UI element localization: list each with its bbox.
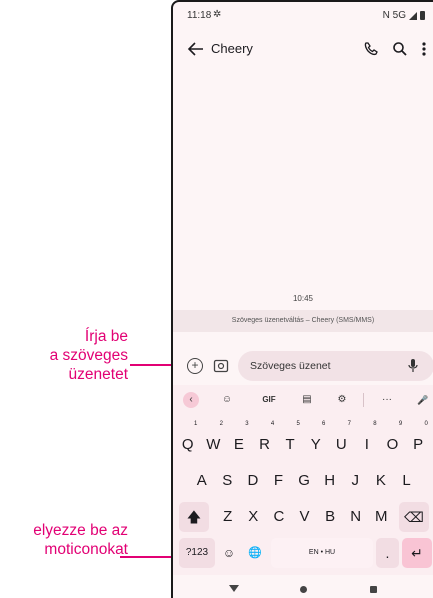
backspace-key[interactable]: ⌫ — [399, 502, 429, 532]
phone-icon[interactable] — [361, 39, 381, 59]
sticker-icon[interactable]: ☺ — [217, 389, 237, 411]
network-label: N 5G — [382, 10, 406, 21]
nav-back-icon[interactable] — [229, 585, 239, 592]
key-e[interactable]: E3 — [227, 421, 250, 460]
key-r[interactable]: R4 — [253, 421, 276, 460]
period-key[interactable]: . — [376, 538, 399, 568]
key-c[interactable]: C — [267, 502, 290, 532]
callout-type-message: Írja be a szöveges üzenetet — [50, 327, 128, 384]
key-a[interactable]: A — [190, 466, 213, 496]
key-b[interactable]: B — [318, 502, 341, 532]
signal-icon — [409, 11, 417, 20]
callout-line: a szöveges — [49, 347, 128, 364]
callout-line: üzenetet — [68, 366, 128, 383]
key-t[interactable]: T5 — [278, 421, 301, 460]
conversation-title: Cheery — [211, 41, 253, 56]
mic-icon[interactable]: 🎤 — [413, 389, 433, 411]
navigation-bar — [173, 578, 433, 598]
status-indicators: N 5G — [383, 10, 425, 21]
callout-emoji: elyezze be az moticonokat — [33, 521, 128, 559]
battery-icon — [420, 11, 425, 20]
key-w[interactable]: W2 — [202, 421, 225, 460]
status-time: 11:18 — [187, 10, 212, 21]
key-hint: 0 — [424, 421, 428, 427]
add-circle-icon[interactable]: + — [187, 358, 203, 374]
gear-icon[interactable]: ⚙ — [332, 389, 352, 411]
key-m[interactable]: M — [370, 502, 393, 532]
space-bar[interactable]: EN • HU — [271, 538, 373, 568]
key-hint: 1 — [194, 421, 198, 427]
shift-key[interactable]: 🡅 — [179, 502, 209, 532]
compose-row: + Szöveges üzenet — [173, 350, 433, 382]
gear-icon: ✲ — [213, 9, 222, 20]
key-hint: 3 — [245, 421, 249, 427]
key-hint: 5 — [296, 421, 300, 427]
clipboard-icon[interactable]: ▤ — [297, 389, 317, 411]
chevron-left-icon[interactable]: ‹ — [183, 392, 199, 408]
key-d[interactable]: D — [241, 466, 264, 496]
key-hint: 8 — [373, 421, 377, 427]
key-p[interactable]: P0 — [406, 421, 429, 460]
key-n[interactable]: N — [344, 502, 367, 532]
key-o[interactable]: O9 — [381, 421, 404, 460]
mic-icon[interactable] — [406, 357, 420, 375]
globe-icon[interactable]: 🌐 — [243, 538, 267, 568]
symbols-key[interactable]: ?123 — [179, 538, 215, 568]
key-v[interactable]: V — [293, 502, 316, 532]
key-hint: 6 — [322, 421, 326, 427]
gallery-icon[interactable] — [213, 358, 229, 374]
message-placeholder: Szöveges üzenet — [250, 360, 331, 372]
key-h[interactable]: H — [318, 466, 341, 496]
key-s[interactable]: S — [216, 466, 239, 496]
enter-key[interactable]: ↵ — [402, 538, 432, 568]
key-q[interactable]: Q1 — [176, 421, 199, 460]
callout-line: elyezze be az — [33, 522, 128, 539]
key-hint: 9 — [398, 421, 403, 427]
key-l[interactable]: L — [395, 466, 418, 496]
key-hint: 7 — [347, 421, 351, 427]
key-i[interactable]: I8 — [355, 421, 378, 460]
message-timestamp: 10:45 — [292, 294, 314, 303]
nav-home-icon[interactable] — [300, 586, 307, 593]
key-x[interactable]: X — [242, 502, 265, 532]
key-f[interactable]: F — [267, 466, 290, 496]
emoji-key[interactable]: ☺ — [218, 538, 240, 568]
conversation-type-label: Szöveges üzenetváltás – Cheery (SMS/MMS) — [173, 310, 433, 332]
more-vert-icon[interactable] — [417, 39, 431, 59]
key-z[interactable]: Z — [216, 502, 239, 532]
key-y[interactable]: Y6 — [304, 421, 327, 460]
key-u[interactable]: U7 — [330, 421, 353, 460]
keyboard-toolbar: ‹ ☺ GIF ▤ ⚙ ··· 🎤 — [173, 389, 433, 411]
keyboard: ‹ ☺ GIF ▤ ⚙ ··· 🎤 Q1W2E3R4T5Y6U7I8O9P0 AS… — [173, 385, 433, 575]
toolbar-divider — [363, 393, 364, 407]
status-bar: 11:18 ✲ N 5G — [173, 9, 433, 24]
more-horiz-icon[interactable]: ··· — [376, 389, 398, 411]
callout-line: moticonokat — [44, 541, 128, 558]
app-bar: Cheery — [173, 36, 433, 64]
search-icon[interactable] — [390, 39, 410, 59]
key-g[interactable]: G — [292, 466, 315, 496]
nav-recents-icon[interactable] — [370, 586, 377, 593]
message-input[interactable]: Szöveges üzenet — [238, 351, 433, 381]
phone-screen: 11:18 ✲ N 5G Cheery 10:45 Szöveges üzene… — [171, 0, 433, 598]
key-hint: 4 — [270, 421, 275, 427]
key-k[interactable]: K — [369, 466, 392, 496]
key-hint: 2 — [219, 421, 223, 427]
gif-button[interactable]: GIF — [257, 389, 281, 411]
key-j[interactable]: J — [344, 466, 367, 496]
arrow-back-icon[interactable] — [185, 38, 207, 60]
callout-line: Írja be — [84, 328, 128, 345]
